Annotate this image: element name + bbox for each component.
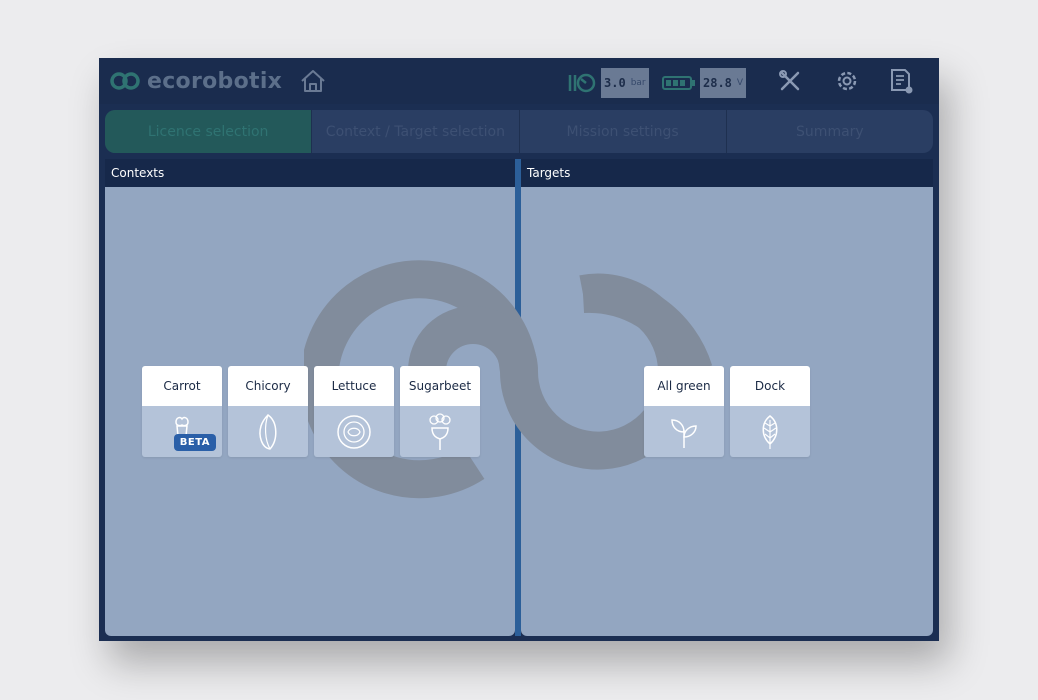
- tools-button[interactable]: [776, 68, 804, 94]
- logo-text: ecorobotix: [147, 68, 283, 94]
- pressure-unit: bar: [630, 78, 646, 88]
- logo: ecorobotix: [109, 66, 282, 96]
- card-icon-area: BETA: [142, 406, 222, 457]
- context-card-chicory[interactable]: Chicory: [228, 366, 308, 457]
- report-button[interactable]: [888, 68, 916, 94]
- voltage-readout: 28.8 V: [700, 68, 747, 98]
- pressure-readout: 3.0 bar: [601, 68, 649, 98]
- card-icon-area: [314, 406, 394, 457]
- battery-status: 28.8 V: [662, 68, 747, 98]
- card-label: Lettuce: [314, 366, 394, 406]
- voltage-unit: V: [736, 78, 744, 88]
- chicory-icon: [259, 413, 277, 450]
- sprout-icon: [671, 418, 697, 448]
- card-icon-area: [730, 406, 810, 457]
- card-label: All green: [644, 366, 724, 406]
- context-card-lettuce[interactable]: Lettuce: [314, 366, 394, 457]
- dock-leaf-icon: [762, 414, 778, 449]
- top-bar: ecorobotix 3.0 bar 28.8 V: [99, 58, 939, 104]
- lettuce-icon: [337, 414, 371, 449]
- card-label: Carrot: [142, 366, 222, 406]
- pressure-gauge-icon: [568, 73, 596, 93]
- home-icon: [301, 70, 325, 92]
- card-icon-area: [644, 406, 724, 457]
- context-card-sugarbeet[interactable]: Sugarbeet: [400, 366, 480, 457]
- card-icon-area: [228, 406, 308, 457]
- wizard-steps: Licence selection Context / Target selec…: [105, 110, 933, 153]
- targets-header: Targets: [521, 159, 933, 187]
- home-button[interactable]: [299, 68, 327, 94]
- card-label: Chicory: [228, 366, 308, 406]
- app-screen: ecorobotix 3.0 bar 28.8 V Licence select…: [99, 58, 939, 641]
- battery-icon: [662, 76, 695, 90]
- beta-badge: BETA: [173, 434, 216, 451]
- device-frame: ecorobotix 3.0 bar 28.8 V Licence select…: [0, 0, 1038, 700]
- ecorobotix-logo-icon: [110, 72, 140, 90]
- step-licence-selection[interactable]: Licence selection: [105, 110, 313, 153]
- context-card-carrot[interactable]: Carrot BETA: [142, 366, 222, 457]
- voltage-value: 28.8: [703, 76, 732, 90]
- step-summary[interactable]: Summary: [727, 110, 933, 153]
- contexts-header: Contexts: [105, 159, 515, 187]
- settings-button[interactable]: [833, 68, 861, 94]
- tools-icon: [779, 70, 800, 91]
- target-cards: All green Dock: [644, 366, 810, 457]
- target-card-dock[interactable]: Dock: [730, 366, 810, 457]
- document-bug-icon: [891, 69, 913, 94]
- step-mission-settings[interactable]: Mission settings: [520, 110, 727, 153]
- context-cards: Carrot BETA Chicory Lettuce Sugarbeet: [142, 366, 480, 457]
- pressure-status: 3.0 bar: [567, 68, 649, 98]
- card-icon-area: [400, 406, 480, 457]
- card-label: Sugarbeet: [400, 366, 480, 406]
- step-context-target-selection[interactable]: Context / Target selection: [312, 110, 520, 153]
- target-card-all-green[interactable]: All green: [644, 366, 724, 457]
- pressure-value: 3.0: [604, 76, 626, 90]
- gear-icon: [837, 71, 857, 91]
- sugarbeet-icon: [429, 412, 451, 450]
- card-label: Dock: [730, 366, 810, 406]
